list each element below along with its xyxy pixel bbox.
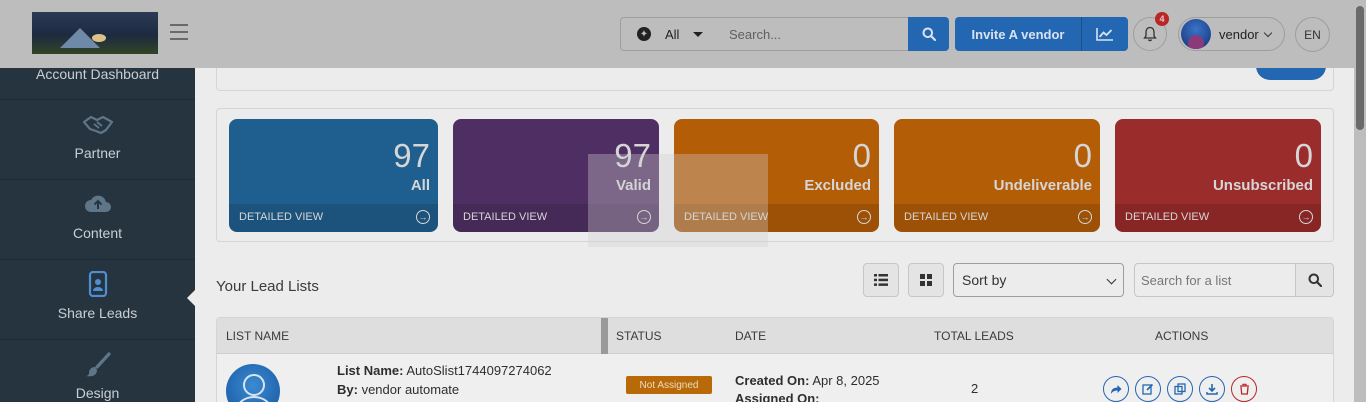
lead-lists-table: LIST NAME STATUS DATE TOTAL LEADS ACTION… (216, 317, 1334, 402)
invite-vendor-button[interactable]: Invite A vendor (955, 17, 1081, 51)
brush-icon (85, 352, 111, 383)
detailed-view-link[interactable]: DETAILED VIEW (1125, 211, 1209, 223)
share-leads-icon (88, 270, 108, 302)
notification-count-badge: 4 (1155, 12, 1169, 26)
table-header: LIST NAME STATUS DATE TOTAL LEADS ACTION… (217, 318, 1333, 354)
list-search-input[interactable] (1134, 263, 1296, 297)
stat-label: Excluded (804, 177, 871, 194)
page-scrollbar-thumb[interactable] (1356, 6, 1364, 130)
assigned-on-label: Assigned On: (735, 391, 820, 402)
arrow-right-icon: → (1299, 210, 1313, 224)
sort-select[interactable]: Sort by (953, 263, 1124, 297)
column-header-date: DATE (735, 329, 767, 343)
section-title: Your Lead Lists (216, 278, 319, 295)
owner-label: By: (337, 382, 358, 397)
share-icon (1111, 384, 1122, 394)
column-header-actions: ACTIONS (1155, 329, 1209, 343)
created-on-value: Apr 8, 2025 (812, 373, 880, 388)
global-search-input[interactable] (719, 17, 909, 51)
sidebar-item-content[interactable]: Content (0, 180, 195, 260)
menu-toggle-icon[interactable] (170, 24, 188, 40)
sidebar-item-partner[interactable]: Partner (0, 100, 195, 180)
bell-icon (1143, 26, 1157, 42)
brand-logo[interactable] (32, 12, 158, 54)
search-filter-dropdown[interactable]: ✦ All (620, 17, 720, 51)
sort-select-value: Sort by (962, 272, 1007, 288)
stat-value: 97 (393, 137, 430, 174)
list-view-icon (874, 274, 888, 286)
sidebar-item-label: Design (75, 385, 120, 401)
list-name-label: List Name: (337, 363, 404, 378)
list-name-cell: List Name: AutoSlist1744097274062 (337, 363, 552, 378)
arrow-right-icon: → (416, 210, 430, 224)
stat-card-undeliverable[interactable]: 0 Undeliverable DETAILED VIEW → (894, 119, 1100, 232)
top-header: ✦ All Invite A vendor 4 vendor EN (0, 0, 1354, 68)
list-name-value: AutoSlist1744097274062 (406, 363, 552, 378)
column-header-total-leads: TOTAL LEADS (934, 329, 1014, 343)
arrow-right-icon: → (1078, 210, 1092, 224)
sidebar-item-label: Partner (74, 145, 121, 161)
delete-action-button[interactable] (1231, 376, 1257, 402)
list-search-button[interactable] (1295, 263, 1334, 297)
loading-overlay (588, 154, 768, 247)
stat-value: 0 (852, 137, 871, 174)
stat-value: 0 (1294, 137, 1313, 174)
total-leads-value: 2 (971, 381, 979, 396)
globe-icon: ✦ (637, 27, 651, 41)
list-owner-cell: By: vendor automate (337, 382, 459, 397)
assigned-on-cell: Assigned On: (735, 391, 820, 402)
grid-view-button[interactable] (908, 263, 944, 297)
stat-label: Undeliverable (993, 177, 1092, 194)
sidebar-item-share-leads[interactable]: Share Leads (0, 260, 195, 340)
handshake-icon (82, 114, 114, 141)
user-menu[interactable]: vendor (1178, 17, 1285, 51)
language-switcher[interactable]: EN (1295, 17, 1330, 52)
caret-down-icon (693, 31, 704, 37)
copy-icon (1174, 383, 1186, 395)
detailed-view-link[interactable]: DETAILED VIEW (904, 211, 988, 223)
copy-action-button[interactable] (1167, 376, 1193, 402)
stat-label: All (410, 177, 430, 194)
line-chart-icon (1096, 28, 1113, 41)
chevron-down-icon (1263, 28, 1272, 37)
sidebar-item-label: Account Dashboard (36, 66, 159, 82)
list-view-button[interactable] (863, 263, 899, 297)
sidebar-item-design[interactable]: Design (0, 340, 195, 402)
sidebar-item-label: Content (72, 225, 123, 241)
global-search-button[interactable] (908, 17, 949, 51)
avatar (1181, 19, 1211, 49)
download-action-button[interactable] (1199, 376, 1225, 402)
owner-value: vendor automate (361, 382, 460, 397)
detailed-view-link[interactable]: DETAILED VIEW (239, 211, 323, 223)
sidebar-item-label: Share Leads (57, 305, 138, 321)
search-icon (922, 27, 936, 41)
search-filter-value: All (665, 26, 680, 42)
user-name: vendor (1219, 26, 1259, 42)
created-on-cell: Created On: Apr 8, 2025 (735, 373, 880, 388)
status-badge: Not Assigned (626, 376, 712, 394)
grid-view-icon (920, 274, 932, 286)
column-header-status: STATUS (616, 329, 662, 343)
edit-icon (1142, 383, 1154, 395)
cloud-upload-icon (84, 192, 112, 219)
stat-card-all[interactable]: 97 All DETAILED VIEW → (229, 119, 438, 232)
column-resize-handle[interactable] (601, 318, 608, 354)
arrow-right-icon: → (857, 210, 871, 224)
detailed-view-link[interactable]: DETAILED VIEW (463, 211, 547, 223)
analytics-button[interactable] (1081, 17, 1128, 51)
stat-label: Unsubscribed (1212, 177, 1313, 194)
download-icon (1206, 384, 1218, 395)
search-icon (1308, 273, 1322, 287)
share-action-button[interactable] (1103, 376, 1129, 402)
column-header-list-name: LIST NAME (226, 329, 290, 343)
created-on-label: Created On: (735, 373, 810, 388)
chevron-down-icon (1106, 274, 1117, 285)
stat-value: 0 (1073, 137, 1092, 174)
edit-action-button[interactable] (1135, 376, 1161, 402)
list-avatar (226, 364, 280, 402)
stat-card-unsubscribed[interactable]: 0 Unsubscribed DETAILED VIEW → (1115, 119, 1321, 232)
active-item-pointer (187, 289, 196, 307)
trash-icon (1239, 383, 1249, 395)
